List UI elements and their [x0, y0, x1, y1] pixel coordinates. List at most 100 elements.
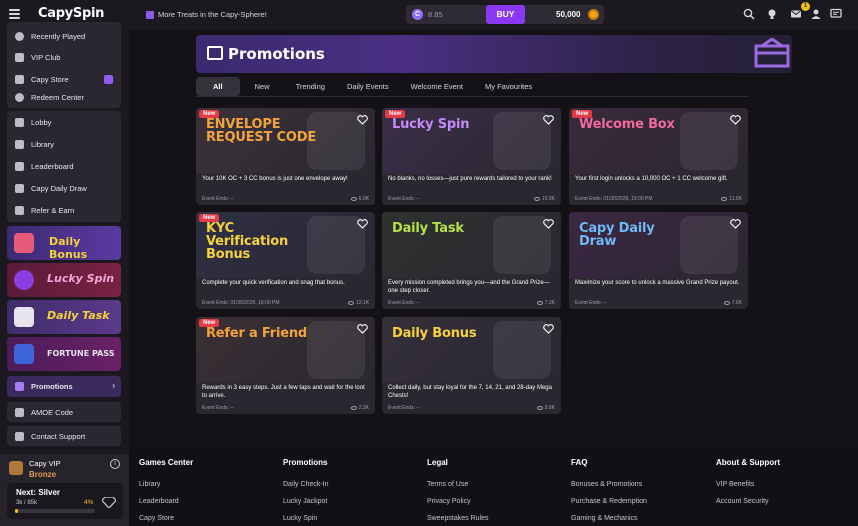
favorite-heart-icon[interactable] — [357, 219, 368, 229]
sidebar-item-label: Promotions — [31, 381, 73, 391]
sidebar-item-capy-daily-draw[interactable]: Capy Daily Draw — [7, 178, 121, 198]
sidebar-item-lobby[interactable]: Lobby — [7, 112, 121, 132]
footer-link[interactable]: Capy Store — [139, 515, 193, 526]
sidebar-item-leaderboard[interactable]: Leaderboard — [7, 156, 121, 176]
promo-card[interactable]: KYC Verification Bonus New Complete your… — [196, 212, 375, 309]
vip-tier: Bronze — [29, 470, 57, 479]
promo-card-meta: Event Ends: -- 6.0K — [202, 196, 369, 202]
favorite-heart-icon[interactable] — [357, 324, 368, 334]
buy-button[interactable]: BUY — [486, 5, 525, 24]
promo-card-art: Refer a Friend New — [196, 317, 375, 383]
promo-card[interactable]: Welcome Box New Your first login unlocks… — [569, 108, 748, 205]
sidebar-item-refer-earn[interactable]: Refer & Earn — [7, 200, 121, 220]
mail-icon[interactable] — [790, 8, 802, 20]
tab-daily-events[interactable]: Daily Events — [336, 77, 400, 96]
sidebar-item-recently-played[interactable]: Recently Played — [7, 26, 121, 46]
sidebar-banner-daily-bonus[interactable]: Daily Bonus — [7, 226, 121, 260]
event-ends-text: Event Ends: 01/30/2026, 19:00 PM — [575, 196, 653, 202]
capyspin-logo[interactable]: CapySpin — [38, 6, 104, 21]
promo-card[interactable]: Daily Task Every mission completed bring… — [382, 212, 561, 309]
tab-new[interactable]: New — [240, 77, 285, 96]
footer-link[interactable]: Library — [139, 481, 193, 498]
promo-card-description: Maximize your score to unlock a massive … — [575, 280, 740, 286]
info-icon[interactable]: i — [110, 459, 120, 469]
promo-card[interactable]: Daily Bonus Collect daily, but stay loya… — [382, 317, 561, 414]
user-icon[interactable] — [810, 8, 822, 20]
gift-illustration-icon — [754, 38, 790, 68]
sidebar-item-library[interactable]: Library — [7, 134, 121, 154]
promo-card-title: Refer a Friend — [206, 326, 308, 341]
favorite-heart-icon[interactable] — [543, 219, 554, 229]
calendar-icon — [14, 233, 34, 253]
sidebar-item-redeem-center[interactable]: Redeem Center — [7, 87, 121, 107]
footer: Games Center Library Leaderboard Capy Store… — [129, 446, 858, 526]
footer-link[interactable]: Purchase & Redemption — [571, 498, 647, 515]
eye-icon — [350, 197, 357, 201]
favorite-heart-icon[interactable] — [730, 219, 741, 229]
footer-link[interactable]: VIP Benefits — [716, 481, 780, 498]
promo-card-meta: Event Ends: -- 15.9K — [388, 196, 555, 202]
promo-card[interactable]: Lucky Spin New No blanks, no losses—just… — [382, 108, 561, 205]
vip-progress-percent: 4% — [84, 499, 94, 506]
bronze-badge-icon — [9, 461, 23, 475]
promo-card[interactable]: Capy Daily Draw Maximize your score to u… — [569, 212, 748, 309]
gift-icon — [146, 10, 154, 19]
promo-card-art: Capy Daily Draw — [569, 212, 748, 278]
sidebar-banner-daily-task[interactable]: Daily Task — [7, 300, 121, 334]
views-count: 2.2K — [350, 405, 369, 411]
promo-card-description: No blanks, no losses—just pure rewards t… — [388, 176, 552, 182]
footer-link[interactable]: Lucky Jackpot — [283, 498, 329, 515]
footer-column: Games Center Library Leaderboard Capy Store — [139, 458, 193, 526]
sidebar-banner-fortune-pass[interactable]: FORTUNE PASS — [7, 337, 121, 371]
new-badge: New — [199, 110, 220, 118]
tab-my-favourites[interactable]: My Favourites — [474, 77, 543, 96]
promo-card-meta: Event Ends: -- 9.8K — [388, 405, 555, 411]
hamburger-menu-icon[interactable] — [9, 9, 20, 19]
footer-link[interactable]: Daily Check-In — [283, 481, 329, 498]
promo-card[interactable]: Refer a Friend New Rewards in 3 easy ste… — [196, 317, 375, 414]
footer-column: About & Support VIP Benefits Account Secur… — [716, 458, 780, 515]
chat-icon[interactable] — [830, 8, 842, 20]
diamond-icon — [102, 497, 116, 508]
promo-card[interactable]: ENVELOPE REQUEST CODE New Your 10K OC + … — [196, 108, 375, 205]
promotions-header: Promotions — [196, 35, 792, 73]
sidebar-item-capy-store[interactable]: Capy Store — [7, 69, 121, 89]
footer-link[interactable]: Sweepstakes Rules — [427, 515, 488, 526]
event-ends-text: Event Ends: -- — [388, 196, 420, 202]
footer-link[interactable]: Privacy Policy — [427, 498, 488, 515]
favorite-heart-icon[interactable] — [357, 115, 368, 125]
balance-widget: C 8.85 BUY 50,000 — [406, 5, 604, 24]
lightbulb-icon[interactable] — [766, 8, 778, 20]
sidebar-item-contact-support[interactable]: Contact Support — [7, 426, 121, 446]
footer-link[interactable]: Lucky Spin — [283, 515, 329, 526]
promo-card-title: Daily Task — [392, 221, 464, 236]
new-badge: New — [572, 110, 593, 118]
treats-link[interactable]: More Treats in the Capy-Sphere! — [146, 10, 267, 19]
tab-trending[interactable]: Trending — [285, 77, 336, 96]
mail-icon — [15, 431, 24, 441]
amoe-row: AMOE Code — [7, 402, 121, 422]
vip-progress-card: Next: Silver 3k / 85k 4% — [7, 483, 123, 519]
favorite-heart-icon[interactable] — [730, 115, 741, 125]
sidebar-banner-lucky-spin[interactable]: Lucky Spin — [7, 263, 121, 297]
sidebar-item-label: Redeem Center — [31, 92, 84, 102]
search-icon[interactable] — [743, 8, 755, 20]
sc-balance: 8.85 — [428, 10, 443, 19]
favorite-heart-icon[interactable] — [543, 115, 554, 125]
footer-link[interactable]: Bonuses & Promotions — [571, 481, 647, 498]
tab-welcome-event[interactable]: Welcome Event — [400, 77, 474, 96]
sidebar-item-vip-club[interactable]: VIP Club — [7, 47, 121, 67]
sidebar-item-amoe-code[interactable]: AMOE Code — [7, 402, 121, 422]
tab-all[interactable]: All — [196, 77, 240, 96]
wheel-icon — [14, 270, 34, 290]
event-ends-text: Event Ends: -- — [202, 405, 234, 411]
gold-coin-icon[interactable] — [588, 9, 599, 20]
sidebar-item-promotions[interactable]: Promotions › — [7, 376, 121, 397]
footer-link[interactable]: Gaming & Mechanics — [571, 515, 647, 526]
footer-link[interactable]: Account Security — [716, 498, 780, 515]
favorite-heart-icon[interactable] — [543, 324, 554, 334]
views-count: 11.5K — [721, 196, 742, 202]
footer-link[interactable]: Leaderboard — [139, 498, 193, 515]
event-ends-text: Event Ends: -- — [575, 300, 607, 306]
footer-link[interactable]: Terms of Use — [427, 481, 488, 498]
